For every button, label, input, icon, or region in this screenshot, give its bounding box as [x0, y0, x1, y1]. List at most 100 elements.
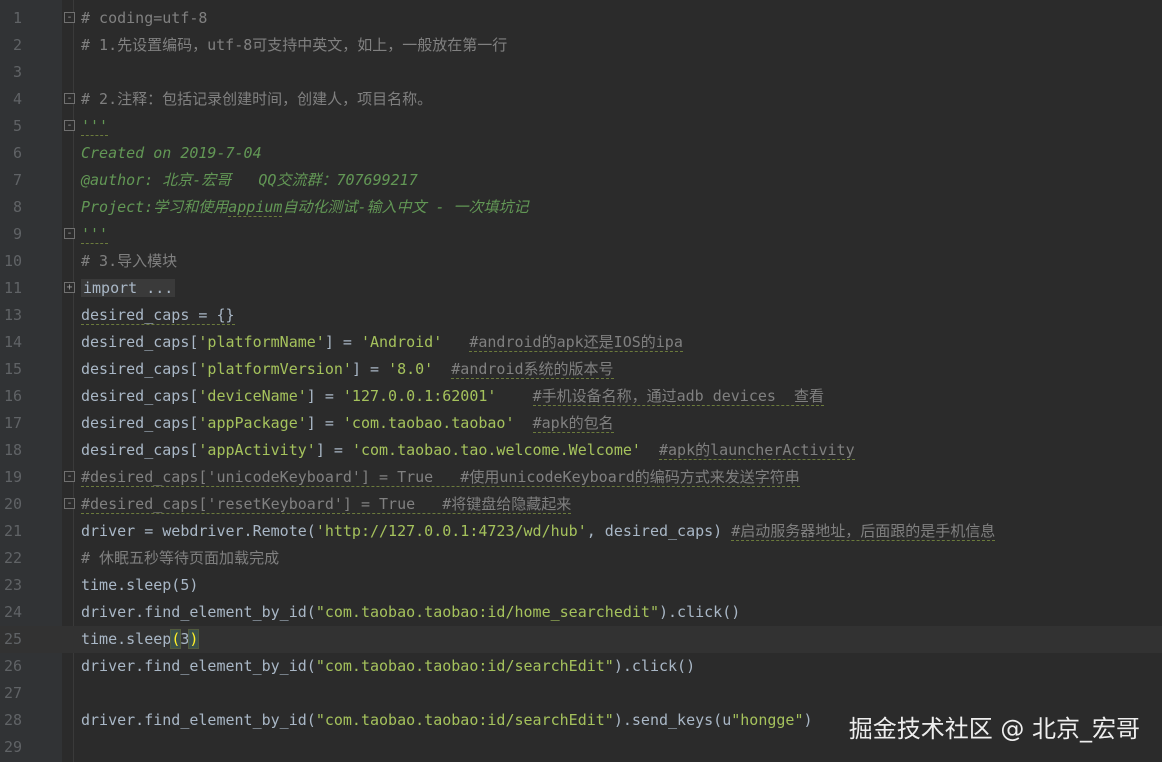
- fold-expand-icon[interactable]: +: [64, 282, 75, 293]
- line-number: 19: [3, 468, 22, 486]
- code-text: desired_caps = {}: [81, 302, 235, 329]
- code-token: ).send_keys(u: [613, 711, 732, 729]
- code-token: ] =: [324, 333, 361, 351]
- line-number: 5: [12, 117, 22, 135]
- code-token: "com.taobao.taobao:id/searchEdit": [315, 711, 614, 729]
- code-token: #android系统的版本号: [451, 360, 614, 379]
- code-token: # 2.注释：包括记录创建时间，创建人，项目名称。: [81, 90, 433, 108]
- code-text: ''': [81, 113, 109, 140]
- code-token: 'platformName': [198, 333, 325, 351]
- code-line[interactable]: 9 - ''': [0, 221, 1162, 248]
- line-number: 10: [3, 252, 22, 270]
- code-line[interactable]: 8 Project:学习和使用appium自动化测试-输入中文 - 一次填坑记: [0, 194, 1162, 221]
- code-line[interactable]: 13 desired_caps = {}: [0, 302, 1162, 329]
- code-text: # coding=utf-8: [81, 5, 207, 32]
- code-token: "com.taobao.taobao:id/searchEdit": [315, 657, 614, 675]
- code-line[interactable]: 1 - # coding=utf-8: [0, 5, 1162, 32]
- code-text: time.sleep(3): [81, 626, 200, 653]
- code-token: "com.taobao.taobao:id/home_searchedit": [315, 603, 659, 621]
- code-line[interactable]: 18 desired_caps['appActivity'] = 'com.tao…: [0, 437, 1162, 464]
- code-line[interactable]: 25 time.sleep(3): [0, 626, 1162, 653]
- code-token: # coding=utf-8: [81, 9, 208, 27]
- code-token: #apk的launcherActivity: [658, 441, 855, 460]
- code-token: ''': [81, 225, 109, 244]
- code-token: #desired_caps['resetKeyboard'] = True #将…: [81, 495, 572, 514]
- line-number: 4: [12, 90, 22, 108]
- line-number: 3: [12, 63, 22, 81]
- code-line[interactable]: 3: [0, 59, 1162, 86]
- line-number: 16: [3, 387, 22, 405]
- code-line[interactable]: 10 # 3.导入模块: [0, 248, 1162, 275]
- code-token: driver.find_element_by_id(: [81, 603, 316, 621]
- code-text: # 1.先设置编码，utf-8可支持中英文，如上，一般放在第一行: [81, 32, 507, 59]
- code-text: import ...: [81, 275, 176, 302]
- line-number: 27: [3, 684, 22, 702]
- code-line[interactable]: 23 time.sleep(5): [0, 572, 1162, 599]
- code-text: desired_caps['appActivity'] = 'com.taoba…: [81, 437, 855, 464]
- code-token: Project:学习和使用: [81, 198, 229, 216]
- code-line[interactable]: 2 # 1.先设置编码，utf-8可支持中英文，如上，一般放在第一行: [0, 32, 1162, 59]
- code-line[interactable]: 19 - #desired_caps['unicodeKeyboard'] = Tr…: [0, 464, 1162, 491]
- line-number: 1: [12, 9, 22, 27]
- code-token: appium: [228, 198, 283, 217]
- code-text: driver = webdriver.Remote('http://127.0.…: [81, 518, 996, 545]
- code-line[interactable]: 20 - #desired_caps['resetKeyboard'] = True…: [0, 491, 1162, 518]
- fold-collapse-icon[interactable]: -: [64, 93, 75, 104]
- code-line[interactable]: 24 driver.find_element_by_id("com.taobao.…: [0, 599, 1162, 626]
- code-text: Project:学习和使用appium自动化测试-输入中文 - 一次填坑记: [81, 194, 529, 221]
- fold-collapse-icon[interactable]: -: [64, 498, 75, 509]
- code-line[interactable]: 16 desired_caps['deviceName'] = '127.0.0.…: [0, 383, 1162, 410]
- line-number: 14: [3, 333, 22, 351]
- code-token: ] =: [315, 441, 352, 459]
- code-text: # 2.注释：包括记录创建时间，创建人，项目名称。: [81, 86, 432, 113]
- code-line[interactable]: 6 Created on 2019-7-04: [0, 140, 1162, 167]
- fold-collapse-icon[interactable]: -: [64, 120, 75, 131]
- code-text: @author: 北京-宏哥 QQ交流群：707699217: [81, 167, 418, 194]
- code-token: ] =: [351, 360, 389, 378]
- code-line[interactable]: 15 desired_caps['platformVersion'] = '8.0…: [0, 356, 1162, 383]
- line-number: 9: [12, 225, 22, 243]
- code-line[interactable]: 17 desired_caps['appPackage'] = 'com.taob…: [0, 410, 1162, 437]
- line-number: 2: [12, 36, 22, 54]
- code-text: desired_caps['platformVersion'] = '8.0' …: [81, 356, 614, 383]
- code-token: #启动服务器地址，后面跟的是手机信息: [731, 522, 996, 541]
- code-line[interactable]: 4 - # 2.注释：包括记录创建时间，创建人，项目名称。: [0, 86, 1162, 113]
- fold-collapse-icon[interactable]: -: [64, 228, 75, 239]
- code-token: 'com.taobao.tao.welcome.Welcome': [351, 441, 641, 459]
- line-number: 18: [3, 441, 22, 459]
- line-number: 7: [12, 171, 22, 189]
- code-text: # 休眠五秒等待页面加载完成: [81, 545, 279, 572]
- code-text: driver.find_element_by_id("com.taobao.ta…: [81, 707, 813, 734]
- code-token[interactable]: import ...: [81, 279, 176, 297]
- code-line[interactable]: 14 desired_caps['platformName'] = 'Androi…: [0, 329, 1162, 356]
- code-text: driver.find_element_by_id("com.taobao.ta…: [81, 599, 740, 626]
- code-text: desired_caps['deviceName'] = '127.0.0.1:…: [81, 383, 824, 410]
- code-line[interactable]: 26 driver.find_element_by_id("com.taobao.…: [0, 653, 1162, 680]
- code-text: # 3.导入模块: [81, 248, 177, 275]
- code-line[interactable]: 7 @author: 北京-宏哥 QQ交流群：707699217: [0, 167, 1162, 194]
- line-number: 11: [3, 279, 22, 297]
- code-token: ''': [81, 117, 109, 136]
- line-number: 15: [3, 360, 22, 378]
- code-token: 'com.taobao.taobao': [342, 414, 515, 432]
- line-number: 23: [3, 576, 22, 594]
- line-number: 24: [3, 603, 22, 621]
- fold-collapse-icon[interactable]: -: [64, 471, 75, 482]
- code-line[interactable]: 11 + import ...: [0, 275, 1162, 302]
- code-text: #desired_caps['resetKeyboard'] = True #将…: [81, 491, 572, 518]
- code-text: #desired_caps['unicodeKeyboard'] = True …: [81, 464, 800, 491]
- watermark: 掘金技术社区 @ 北京_宏哥: [848, 715, 1140, 743]
- code-token: desired_caps[: [81, 360, 199, 378]
- code-line[interactable]: 27: [0, 680, 1162, 707]
- line-number: 8: [12, 198, 22, 216]
- code-line[interactable]: 21 driver = webdriver.Remote('http://127.…: [0, 518, 1162, 545]
- code-line[interactable]: 22 # 休眠五秒等待页面加载完成: [0, 545, 1162, 572]
- fold-collapse-icon[interactable]: -: [64, 12, 75, 23]
- line-number: 21: [3, 522, 22, 540]
- code-line[interactable]: 5 - ''': [0, 113, 1162, 140]
- code-token: (: [170, 629, 182, 649]
- line-number: 26: [3, 657, 22, 675]
